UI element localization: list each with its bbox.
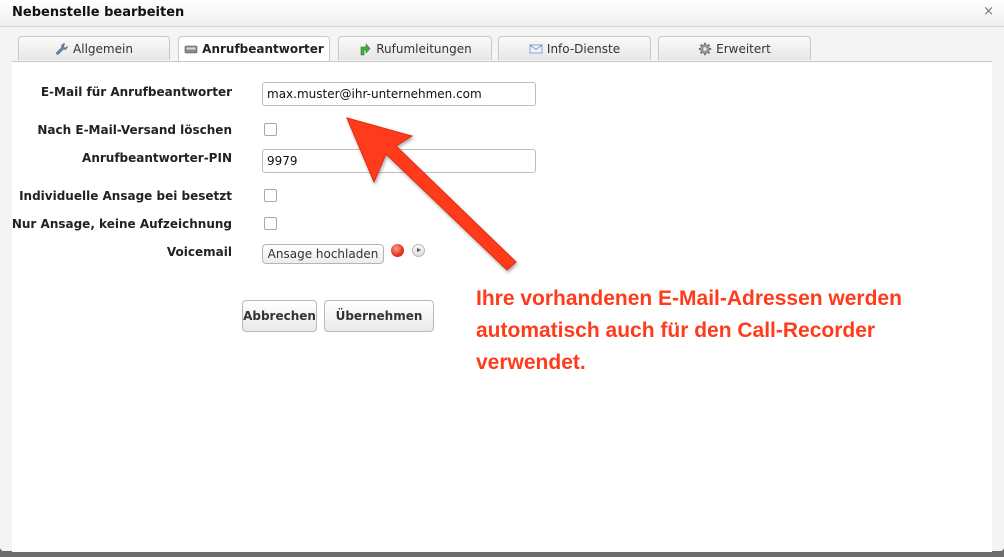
greeting-only-label: Nur Ansage, keine Aufzeichnung — [11, 217, 232, 231]
delete-after-send-checkbox[interactable] — [264, 123, 277, 136]
individual-greeting-label: Individuelle Ansage bei besetzt — [19, 189, 232, 203]
record-icon[interactable] — [391, 244, 404, 257]
email-field[interactable] — [262, 82, 536, 106]
form-layer: E-Mail für Anrufbeantworter Nach E-Mail-… — [0, 0, 1004, 557]
apply-button[interactable]: Übernehmen — [324, 300, 434, 332]
cancel-button[interactable]: Abbrechen — [242, 300, 317, 332]
email-label: E-Mail für Anrufbeantworter — [40, 85, 232, 99]
upload-greeting-button[interactable]: Ansage hochladen — [262, 244, 384, 264]
individual-greeting-checkbox[interactable] — [264, 189, 277, 202]
play-icon[interactable] — [412, 244, 425, 257]
pin-field[interactable] — [262, 149, 536, 173]
delete-after-send-label: Nach E-Mail-Versand löschen — [37, 123, 232, 137]
form: E-Mail für Anrufbeantworter Nach E-Mail-… — [0, 0, 1004, 557]
voicemail-label: Voicemail — [166, 245, 232, 259]
greeting-only-checkbox[interactable] — [264, 217, 277, 230]
pin-label: Anrufbeantworter-PIN — [82, 151, 232, 165]
